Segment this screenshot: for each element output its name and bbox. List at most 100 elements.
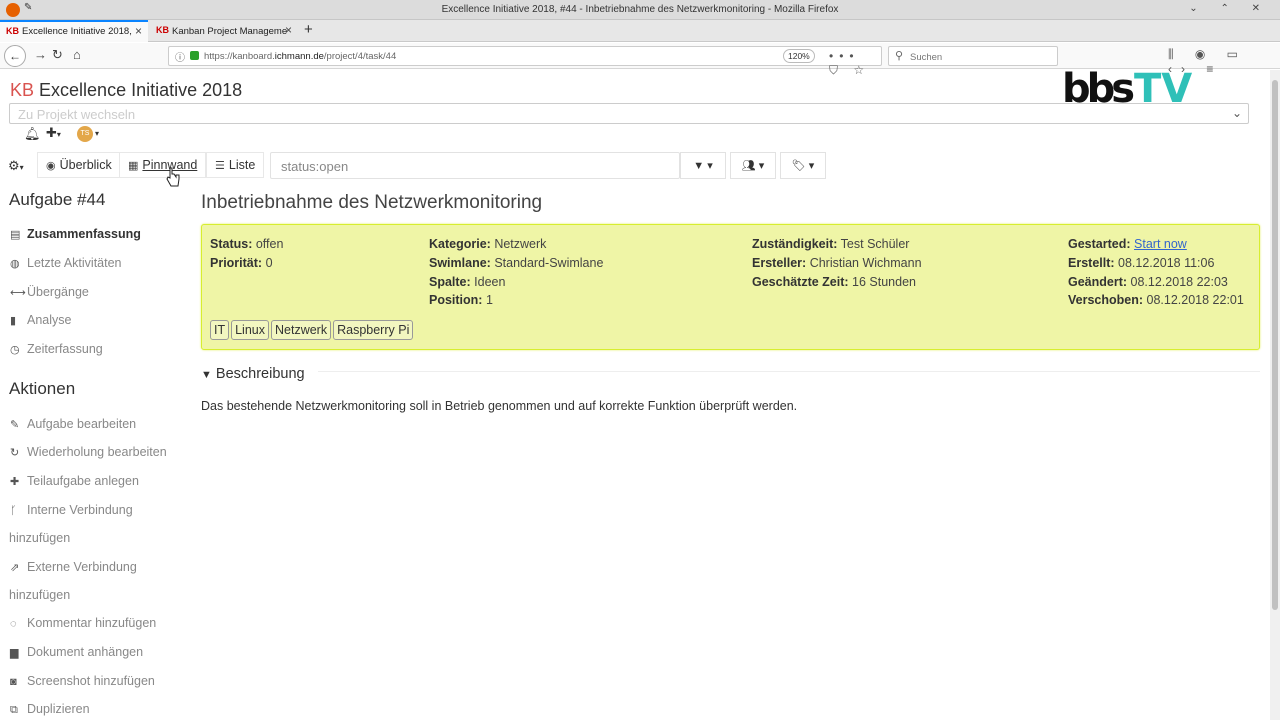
action-edit-recurrence[interactable]: ↻ Wiederholung bearbeiten	[10, 445, 167, 459]
description-toggle[interactable]: ▼ Beschreibung	[201, 366, 305, 382]
kanboard-favicon-icon: KB	[156, 25, 169, 35]
action-add-external-link-cont[interactable]: hinzufügen	[9, 588, 70, 602]
search-bar[interactable]: ⚲ Suchen	[888, 46, 1058, 66]
action-add-internal-link[interactable]: ᚴ Interne Verbindung	[10, 503, 133, 517]
project-switcher[interactable]: Zu Projekt wechseln ⌄	[9, 103, 1249, 124]
tag-list: IT Linux Netzwerk Raspberry Pi	[210, 320, 415, 340]
close-tab-icon[interactable]: ×	[135, 24, 142, 38]
back-button[interactable]: ←	[4, 45, 26, 67]
refresh-icon: ↻	[10, 447, 20, 459]
caret-down-icon[interactable]: ▾	[95, 129, 99, 138]
tab-label: Excellence Initiative 2018,	[22, 26, 132, 37]
filter-icon: ▼	[693, 160, 705, 172]
scrollbar-thumb[interactable]	[1272, 80, 1278, 610]
tags-dropdown-button[interactable]: 🏷︎ ▾	[780, 152, 826, 179]
users-icon: 👥︎	[741, 160, 756, 172]
bar-chart-icon: ▮	[10, 315, 17, 327]
tab-bar: KB Excellence Initiative 2018, × KB Kanb…	[0, 20, 1280, 42]
tab-excellence-initiative[interactable]: KB Excellence Initiative 2018, ×	[0, 20, 148, 42]
edit-icon: ✎	[10, 419, 20, 431]
field-started: Gestarted: Start now	[1068, 237, 1187, 251]
reload-icon[interactable]: ↻	[52, 47, 63, 63]
window-controls[interactable]: ⌄ ⌃ ✕	[1189, 3, 1270, 14]
sidebar-task-title: Aufgabe #44	[9, 190, 106, 209]
bell-icon[interactable]: 🔔︎	[24, 126, 41, 142]
action-add-subtask[interactable]: ✚ Teilaufgabe anlegen	[10, 474, 139, 488]
filter-input[interactable]: status:open	[270, 152, 680, 179]
tag-badge[interactable]: Raspberry Pi	[333, 320, 414, 340]
field-modified: Geändert: 08.12.2018 22:03	[1068, 275, 1228, 289]
plus-menu-icon[interactable]: ✚▾	[46, 125, 61, 141]
sidebar-item-time-tracking[interactable]: ◷ Zeiterfassung	[10, 342, 103, 356]
external-link-icon: ⇗	[10, 562, 20, 574]
field-position: Position: 1	[429, 293, 493, 307]
filter-dropdown-button[interactable]: ▼ ▾	[680, 152, 726, 179]
task-title: Inbetriebnahme des Netzwerkmonitoring	[201, 192, 543, 213]
tag-badge[interactable]: Linux	[231, 320, 269, 340]
board-button[interactable]: ▦ Pinnwand	[119, 152, 207, 178]
info-icon[interactable]: ⓘ	[175, 49, 185, 64]
copy-icon: ⧉	[10, 704, 18, 716]
close-tab-icon[interactable]: ×	[285, 23, 292, 37]
mouse-cursor-icon	[166, 167, 180, 187]
search-placeholder: Suchen	[910, 52, 943, 63]
url-bar[interactable]: ⓘ https://kanboard.ichmann.de/project/4/…	[168, 46, 882, 77]
search-icon: ⚲	[895, 50, 904, 62]
field-created: Erstellt: 08.12.2018 11:06	[1068, 256, 1215, 270]
lock-icon	[190, 51, 199, 60]
field-category: Kategorie: Netzwerk	[429, 237, 547, 251]
home-icon[interactable]: ⌂	[73, 47, 81, 62]
clock-icon: ◷	[10, 344, 20, 356]
tag-badge[interactable]: Netzwerk	[271, 320, 332, 340]
comment-icon: ◌	[10, 618, 17, 630]
summary-icon: ▤	[10, 229, 21, 241]
window-title: Excellence Initiative 2018, #44 - Inbetr…	[441, 4, 839, 15]
users-dropdown-button[interactable]: 👥︎ ▾	[730, 152, 776, 179]
action-edit-task[interactable]: ✎ Aufgabe bearbeiten	[10, 417, 136, 431]
sidebar-actions-title: Aktionen	[9, 379, 76, 398]
sidebar-item-summary[interactable]: ▤ Zusammenfassung	[10, 227, 141, 241]
action-add-screenshot[interactable]: ◙ Screenshot hinzufügen	[10, 674, 155, 688]
sidebar-item-activities[interactable]: ◍ Letzte Aktivitäten	[10, 256, 122, 270]
kanboard-favicon-icon: KB	[6, 26, 19, 36]
code-fork-icon: ᚴ	[10, 505, 17, 517]
action-add-internal-link-cont[interactable]: hinzufügen	[9, 531, 70, 545]
tag-badge[interactable]: IT	[210, 320, 230, 340]
sidebar-item-analytics[interactable]: ▮ Analyse	[10, 313, 71, 327]
divider	[318, 371, 1260, 372]
plus-icon: ✚	[10, 476, 20, 488]
action-add-comment[interactable]: ◌ Kommentar hinzufügen	[10, 616, 156, 630]
description-heading: Beschreibung	[215, 366, 305, 382]
list-button[interactable]: ☰ Liste	[206, 152, 265, 178]
action-add-external-link[interactable]: ⇗ Externe Verbindung	[10, 560, 137, 574]
sidebar-item-transitions[interactable]: ⟷Übergänge	[10, 285, 89, 299]
field-swimlane: Swimlane: Standard-Swimlane	[429, 256, 604, 270]
description-text: Das bestehende Netzwerkmonitoring soll i…	[201, 399, 798, 413]
start-now-link[interactable]: Start now	[1134, 237, 1187, 251]
action-attach-document[interactable]: ▆ Dokument anhängen	[10, 645, 143, 659]
page-scrollbar[interactable]	[1270, 70, 1280, 720]
eye-icon: ◉	[46, 160, 56, 172]
overview-button[interactable]: ◉ Überblick	[37, 152, 121, 178]
file-icon: ▆	[10, 647, 19, 659]
field-column: Spalte: Ideen	[429, 275, 506, 289]
zoom-indicator[interactable]: 120%	[783, 49, 815, 63]
tab-label: Kanban Project Manageme	[172, 26, 288, 37]
forward-icon[interactable]: →	[34, 47, 47, 62]
gear-icon[interactable]: ⚙▾	[8, 158, 24, 174]
project-title: KB Excellence Initiative 2018	[10, 80, 243, 100]
avatar[interactable]: TS	[77, 126, 93, 142]
tab-kanban-project-management[interactable]: KB Kanban Project Manageme ×	[150, 20, 298, 42]
field-assignee: Zuständigkeit: Test Schüler	[752, 237, 910, 251]
action-duplicate[interactable]: ⧉ Duplizieren	[10, 702, 90, 717]
field-priority: Priorität: 0	[210, 256, 273, 270]
filter-value: status:open	[281, 159, 349, 174]
project-toolbar: ⚙▾ ◉ Überblick ▦ Pinnwand ☰ Liste status:op…	[0, 152, 830, 180]
url-text: https://kanboard.ichmann.de/project/4/ta…	[204, 51, 397, 62]
page-content: KB Excellence Initiative 2018 bbs TV Zu …	[0, 70, 1270, 720]
camera-icon: ◙	[10, 676, 17, 688]
new-tab-button[interactable]: +	[304, 21, 313, 38]
field-creator: Ersteller: Christian Wichmann	[752, 256, 922, 270]
arrows-icon: ⟷	[10, 287, 26, 299]
dashboard-icon: ◍	[10, 258, 20, 270]
